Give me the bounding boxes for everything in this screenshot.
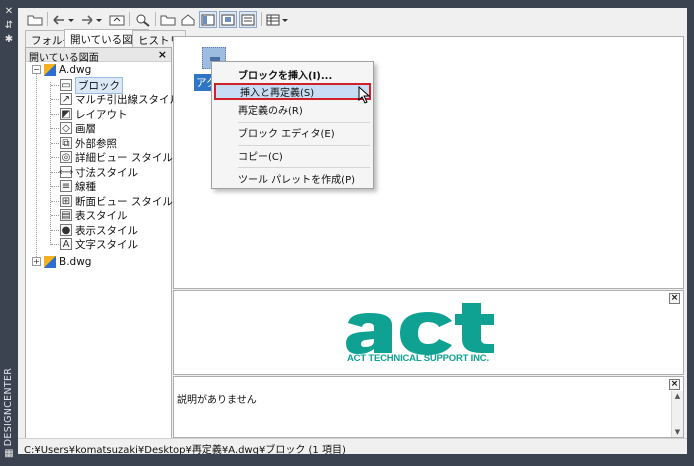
favorites-icon[interactable] <box>159 11 177 28</box>
tree-item-label: 文字スタイル <box>75 238 138 251</box>
mouse-cursor-icon <box>358 86 371 104</box>
logo-text: ACT TECHNICAL SUPPORT INC. <box>347 353 489 364</box>
multileader-icon: ↗ <box>60 93 72 105</box>
frame-right <box>687 0 694 466</box>
menu-create-tool-palette[interactable]: ツール パレットを作成(P) <box>214 170 371 187</box>
tree-item-label: B.dwg <box>59 256 92 268</box>
description-close-button[interactable]: × <box>669 379 680 390</box>
tree-item-label: 詳細ビュー スタイル <box>75 151 173 164</box>
tree-item-label: 表示スタイル <box>75 224 138 237</box>
search-icon[interactable] <box>134 11 152 28</box>
description-scrollbar[interactable]: ▲ ▼ <box>671 391 683 437</box>
back-icon[interactable] <box>51 11 77 28</box>
tree-close-button[interactable]: × <box>158 48 167 61</box>
text-style-icon: A <box>60 238 72 250</box>
tree-item-dimension-style[interactable]: ⟷ 寸法スタイル <box>58 165 138 179</box>
frame-bottom <box>18 454 687 466</box>
tree-item-table-style[interactable]: ▤ 表スタイル <box>60 208 128 222</box>
views-icon[interactable] <box>265 11 291 28</box>
layer-icon: ◇ <box>60 122 72 134</box>
section-view-icon: ⊞ <box>60 195 72 207</box>
tree-item-label: 表スタイル <box>75 209 128 222</box>
tree-item-detail-view-style[interactable]: ◎ 詳細ビュー スタイル <box>60 150 173 164</box>
preview-icon[interactable] <box>219 11 237 28</box>
table-style-icon: ▤ <box>60 209 72 221</box>
tree-item-linetype[interactable]: ≡ 線種 <box>60 179 96 193</box>
toolbar <box>18 8 687 30</box>
close-icon[interactable]: ✕ <box>3 6 15 18</box>
tree-item-label: レイアウト <box>75 108 128 121</box>
tree-item-b-dwg[interactable]: B.dwg <box>44 255 91 269</box>
forward-icon[interactable] <box>79 11 105 28</box>
up-icon[interactable] <box>108 11 126 28</box>
description-icon[interactable] <box>239 11 257 28</box>
menu-block-editor[interactable]: ブロック エディタ(E) <box>214 124 371 141</box>
tree-item-layout[interactable]: ◩ レイアウト <box>60 107 128 121</box>
scroll-down-icon[interactable]: ▼ <box>672 427 683 437</box>
properties-icon[interactable]: ✱ <box>3 34 15 46</box>
tree-item-label: 外部参照 <box>75 137 117 150</box>
autohide-icon[interactable]: ⇵ <box>3 20 15 32</box>
tree-item-label: 画層 <box>75 122 96 135</box>
tree-item-layer[interactable]: ◇ 画層 <box>60 121 96 135</box>
tree-item-visual-style[interactable]: ● 表示スタイル <box>60 223 138 237</box>
act-logo: ACT TECHNICAL SUPPORT INC. <box>344 303 519 367</box>
tree-header: 開いている図面 × <box>26 48 171 64</box>
load-icon[interactable] <box>26 11 44 28</box>
tree-item-multileader[interactable]: ↗ マルチ引出線スタイル <box>60 92 180 106</box>
scroll-up-icon[interactable]: ▲ <box>672 391 683 401</box>
tree-item-a-dwg[interactable]: A.dwg <box>44 63 91 77</box>
dimension-icon: ⟷ <box>58 166 74 178</box>
tree-pane: 開いている図面 × − A.dwg ▭ ブロック ↗ マルチ引出線スタイル ◩ … <box>25 47 180 439</box>
tree-item-label: マルチ引出線スタイル <box>75 93 180 106</box>
preview-pane: × ACT TECHNICAL SUPPORT INC. <box>173 290 684 375</box>
menu-insert-block[interactable]: ブロックを挿入(I)... <box>214 66 371 83</box>
palette-strip: ✕ ⇵ ✱ DESIGNCENTER ▦ <box>0 0 18 466</box>
menu-copy[interactable]: コピー(C) <box>214 147 371 164</box>
palette-title: DESIGNCENTER <box>3 367 14 447</box>
description-pane: × 説明がありません ▲ ▼ <box>173 376 684 438</box>
tree-item-block[interactable]: ▭ ブロック <box>60 76 123 94</box>
preview-close-button[interactable]: × <box>669 293 680 304</box>
layout-icon: ◩ <box>60 108 72 120</box>
tree-item-label: 線種 <box>75 180 96 193</box>
tree-item-label: A.dwg <box>59 64 92 76</box>
title-band <box>18 0 694 8</box>
expand-b-dwg[interactable]: + <box>32 257 41 266</box>
description-text: 説明がありません <box>177 395 257 406</box>
linetype-icon: ≡ <box>60 180 72 192</box>
menu-redefine-only[interactable]: 再定義のみ(R) <box>214 101 371 118</box>
block-icon: ▭ <box>60 79 72 91</box>
tree-view-icon[interactable] <box>199 11 217 28</box>
palette-icon[interactable]: ▦ <box>3 448 15 460</box>
tree-item-text-style[interactable]: A 文字スタイル <box>60 237 138 251</box>
tree-item-xref[interactable]: ⧉ 外部参照 <box>60 136 117 150</box>
detail-view-icon: ◎ <box>60 151 72 163</box>
home-icon[interactable] <box>179 11 197 28</box>
tree-item-label: 寸法スタイル <box>75 166 138 179</box>
context-menu: ブロックを挿入(I)... 挿入と再定義(S) 再定義のみ(R) ブロック エデ… <box>211 61 374 189</box>
visual-style-icon: ● <box>60 224 72 236</box>
tree-item-section-view-style[interactable]: ⊞ 断面ビュー スタイル <box>60 194 173 208</box>
tree-item-label: 断面ビュー スタイル <box>75 195 173 208</box>
menu-insert-and-redefine[interactable]: 挿入と再定義(S) <box>214 83 371 100</box>
xref-icon: ⧉ <box>60 137 72 149</box>
drawing-icon <box>44 256 56 268</box>
drawing-icon <box>44 64 56 76</box>
status-bar: C:¥Users¥komatsuzaki¥Desktop¥再定義¥A.dwg¥ブ… <box>18 438 687 456</box>
expand-a-dwg[interactable]: − <box>32 65 41 74</box>
tree-view: − A.dwg ▭ ブロック ↗ マルチ引出線スタイル ◩ レイアウト ◇ 画層… <box>26 62 180 438</box>
